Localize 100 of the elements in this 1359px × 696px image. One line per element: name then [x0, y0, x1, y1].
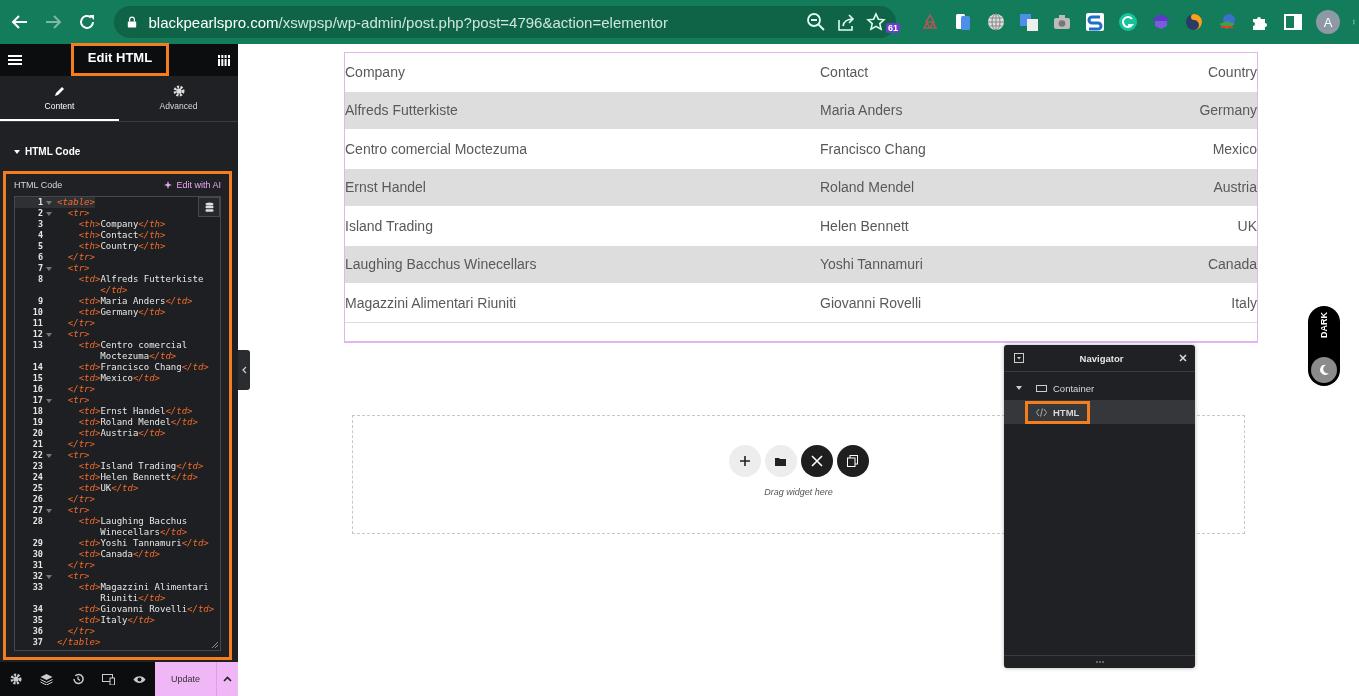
caret-up-button[interactable] — [216, 662, 238, 696]
caret-up-icon — [223, 676, 232, 682]
control-label: HTML Code — [14, 180, 63, 190]
s-logo-icon[interactable] — [1085, 12, 1105, 32]
fold-icon[interactable] — [46, 200, 52, 205]
line-number: 37 — [31, 637, 43, 648]
line-number: 32 — [31, 571, 43, 582]
column-header: Company — [345, 63, 406, 80]
navigator-item[interactable]: HTML — [1004, 400, 1195, 424]
add-button[interactable] — [728, 445, 761, 477]
menu-icon[interactable] — [8, 54, 22, 66]
database-button[interactable] — [198, 197, 220, 217]
camera-icon[interactable] — [1052, 12, 1072, 32]
code-line: <td>Magazzini Alimentari — [77, 582, 209, 593]
chevron-left-icon — [241, 366, 247, 374]
folder-button[interactable] — [764, 445, 797, 477]
line-number: 9 — [36, 296, 43, 307]
code-line: <td>Austria</td> — [77, 428, 166, 439]
code-line: <td>Island Trading</td> — [77, 461, 204, 472]
line-number: 23 — [31, 461, 43, 472]
panel-tab[interactable]: Content — [0, 76, 119, 121]
column-header: Country — [1206, 63, 1257, 80]
close-icon[interactable] — [1179, 354, 1187, 362]
navigator-title: Navigator — [1079, 352, 1124, 364]
code-line: </tr> — [66, 494, 95, 505]
line-number: 3 — [36, 219, 43, 230]
line-number: 22 — [31, 450, 43, 461]
translate-icon[interactable] — [1019, 12, 1039, 32]
phone-icon[interactable] — [953, 12, 973, 32]
share-icon[interactable] — [836, 12, 856, 32]
zoom-out-icon[interactable] — [806, 12, 826, 32]
table-cell-text: Alfreds Futterkiste — [345, 102, 459, 119]
widgets-grid-icon[interactable] — [218, 54, 230, 66]
code-line: <tr> — [66, 450, 90, 461]
code-line: <td>Helen Bennett</td> — [77, 472, 198, 483]
edit-with-ai-link[interactable]: Edit with AI — [164, 180, 221, 190]
layers-icon[interactable] — [40, 673, 53, 685]
line-number: 26 — [31, 494, 43, 505]
line-number: 5 — [36, 241, 43, 252]
table-cell-text: Mexico — [1211, 140, 1257, 157]
table-cell-text: Island Trading — [345, 217, 434, 234]
panel-tab[interactable]: Advanced — [119, 76, 238, 121]
code-editor[interactable] — [14, 196, 221, 651]
code-line: <td>UK</td> — [77, 483, 139, 494]
eye-icon[interactable] — [133, 674, 146, 684]
responsive-icon[interactable] — [102, 673, 115, 685]
code-line: <td>Italy</td> — [77, 615, 155, 626]
code-line: <td>Yoshi Tannamuri</td> — [77, 538, 209, 549]
globe-icon[interactable] — [986, 12, 1006, 32]
line-number: 8 — [36, 274, 43, 285]
line-number: 20 — [31, 428, 43, 439]
fold-icon[interactable] — [46, 453, 52, 458]
fold-icon[interactable] — [46, 508, 52, 513]
x-icon — [810, 455, 823, 467]
line-number: 11 — [31, 318, 43, 329]
update-button[interactable]: Update — [155, 662, 216, 696]
star-icon[interactable] — [866, 12, 886, 32]
toggle-knob[interactable] — [1311, 357, 1337, 383]
section-header[interactable]: HTML Code — [0, 122, 238, 165]
history-icon[interactable] — [71, 673, 84, 685]
code-line: <td>Giovanni Rovelli</td> — [77, 604, 215, 615]
fold-icon[interactable] — [46, 574, 52, 579]
database-icon — [204, 201, 214, 213]
collapse-panel-handle[interactable] — [238, 350, 250, 390]
code-line: <tr> — [66, 263, 90, 274]
fold-icon[interactable] — [46, 266, 52, 271]
folder-icon — [775, 456, 786, 466]
line-number: 30 — [31, 549, 43, 560]
collapse-icon[interactable] — [1014, 353, 1024, 363]
line-number: 27 — [31, 505, 43, 516]
dark-mode-toggle[interactable]: DARK — [1308, 306, 1340, 386]
code-line: <tr> — [66, 329, 90, 340]
extension-badge: 61 — [886, 23, 900, 33]
side-panel-icon[interactable] — [1283, 12, 1303, 32]
fold-icon[interactable] — [46, 211, 52, 216]
line-number: 25 — [31, 483, 43, 494]
code-line: </tr> — [66, 384, 95, 395]
line-number: 19 — [31, 417, 43, 428]
line-number: 13 — [31, 340, 43, 351]
copy-button[interactable] — [836, 445, 869, 477]
code-line: <th>Company</th> — [77, 219, 166, 230]
g-logo-icon[interactable] — [1118, 12, 1138, 32]
code-line: Riuniti</td> — [99, 593, 166, 604]
line-number: 2 — [36, 208, 43, 219]
line-number: 14 — [31, 362, 43, 373]
fold-icon[interactable] — [46, 332, 52, 337]
table-cell-text: Giovanni Rovelli — [820, 294, 923, 311]
x-logo-button[interactable] — [800, 445, 833, 477]
swirl-icon[interactable] — [1184, 12, 1204, 32]
resize-handle-icon[interactable] — [211, 641, 218, 648]
code-line: </td> — [99, 285, 128, 296]
code-line: <td>Germany</td> — [77, 307, 166, 318]
url-text: blackpearlspro.com/xswpsp/wp-admin/post.php?post=4796&action=elementor — [148, 13, 669, 31]
drop-hint: Drag widget here — [764, 487, 833, 497]
settings-icon[interactable] — [9, 673, 22, 685]
code-line: Winecellars</td> — [99, 527, 188, 538]
code-line: </tr> — [66, 318, 95, 329]
code-line: </tr> — [66, 252, 95, 263]
fold-icon[interactable] — [46, 398, 52, 403]
navigator-item[interactable]: Container — [1004, 376, 1195, 400]
